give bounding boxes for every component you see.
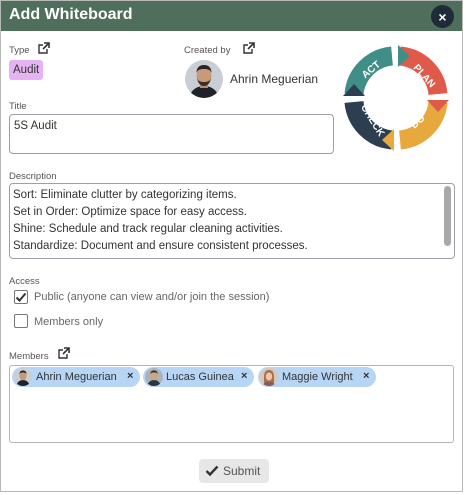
type-badge: Audit: [9, 60, 44, 80]
close-button[interactable]: ×: [431, 5, 454, 28]
description-label: Description: [9, 171, 57, 182]
checkmark-icon: [15, 292, 27, 302]
created-by-external-link-icon[interactable]: [243, 42, 255, 54]
member-name: Ahrin Meguerian: [36, 371, 117, 383]
description-scrollbar[interactable]: [444, 186, 451, 246]
description-line: Set in Order: Optimize space for easy ac…: [13, 206, 247, 218]
title-input[interactable]: 5S Audit: [9, 114, 334, 154]
title-label: Title: [9, 101, 27, 112]
title-input-value: 5S Audit: [14, 120, 57, 132]
public-checkbox-label: Public (anyone can view and/or join the …: [34, 291, 270, 303]
type-label: Type: [9, 45, 30, 56]
pdca-cycle-logo: PLAN DO CHECK ACT: [342, 44, 450, 152]
member-name: Lucas Guinea: [166, 371, 234, 383]
public-checkbox[interactable]: [14, 290, 28, 304]
type-external-link-icon[interactable]: [38, 42, 50, 54]
members-only-checkbox[interactable]: [14, 314, 28, 328]
description-line: Shine: Schedule and track regular cleani…: [13, 223, 283, 235]
member-chip: Ahrin Meguerian ×: [12, 367, 140, 387]
description-line: Sort: Eliminate clutter by categorizing …: [13, 189, 237, 201]
submit-button[interactable]: Submit: [199, 459, 269, 483]
member-avatar: [260, 368, 278, 386]
remove-member-icon[interactable]: ×: [241, 370, 247, 382]
member-chip: Lucas Guinea ×: [143, 367, 254, 387]
submit-button-label: Submit: [223, 464, 261, 478]
dialog-title: Add Whiteboard: [9, 6, 133, 23]
remove-member-icon[interactable]: ×: [363, 370, 369, 382]
creator-name: Ahrin Meguerian: [230, 72, 319, 86]
description-textarea[interactable]: Sort: Eliminate clutter by categorizing …: [9, 183, 455, 259]
member-chip: Maggie Wright ×: [258, 367, 376, 387]
members-label: Members: [9, 351, 49, 362]
access-label: Access: [9, 276, 40, 287]
member-avatar: [145, 368, 163, 386]
remove-member-icon[interactable]: ×: [127, 370, 133, 382]
created-by-label: Created by: [184, 45, 231, 56]
creator-avatar: [185, 60, 223, 98]
members-only-checkbox-label: Members only: [34, 316, 104, 328]
member-name: Maggie Wright: [282, 371, 353, 383]
checkmark-icon: [205, 465, 219, 477]
description-line: Standardize: Document and ensure consist…: [13, 240, 308, 252]
close-icon: ×: [438, 8, 447, 25]
members-external-link-icon[interactable]: [58, 347, 70, 359]
dialog-titlebar: Add Whiteboard ×: [1, 1, 462, 31]
member-avatar: [14, 368, 32, 386]
add-whiteboard-dialog: Add Whiteboard × Type Audit Created by A…: [0, 0, 463, 492]
